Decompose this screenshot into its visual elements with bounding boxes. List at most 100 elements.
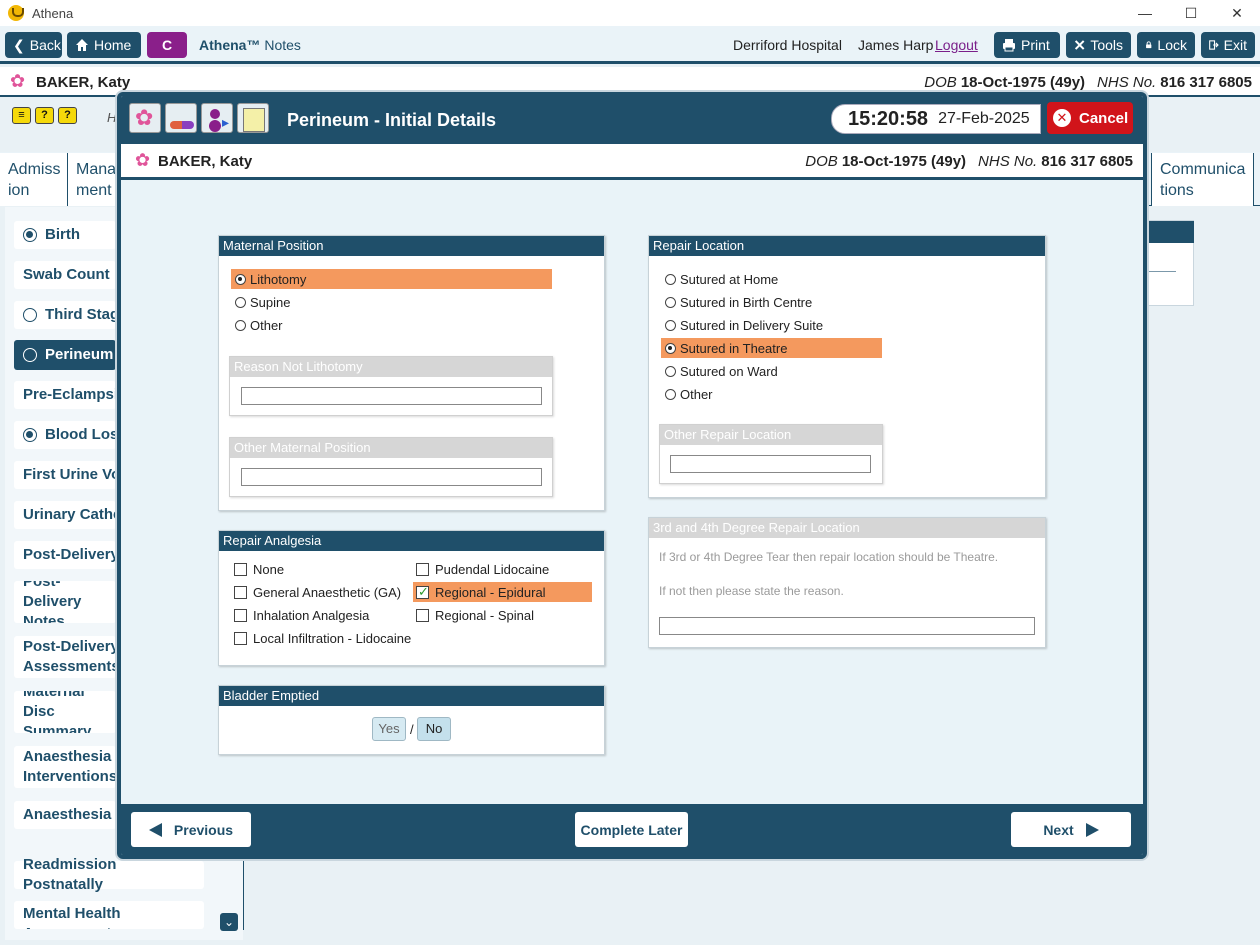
checkbox-label: Regional - Spinal	[435, 607, 535, 623]
sidebar-item-label: Birth	[45, 226, 80, 243]
radio-sutured-at-home[interactable]: Sutured at Home	[661, 269, 882, 289]
logout-link[interactable]: Logout	[935, 37, 978, 53]
tools-button[interactable]: Tools	[1066, 32, 1131, 58]
sidebar-item-blood-loss[interactable]: Blood Loss	[14, 421, 116, 449]
checkbox-pudendal-lidocaine[interactable]: Pudendal Lidocaine	[413, 559, 592, 579]
cancel-button[interactable]: ✕ Cancel	[1047, 102, 1133, 134]
sidebar-item-mental-health-assessment[interactable]: Mental Health Assessment	[14, 901, 204, 929]
panel-header: Repair Analgesia	[219, 531, 604, 551]
sidebar-item-anaesthesia-f[interactable]: Anaesthesia F	[14, 801, 116, 829]
tab-management[interactable]: Mana ment	[68, 153, 120, 206]
sidebar-item-first-urine-voi[interactable]: First Urine Voi	[14, 461, 116, 489]
radio-icon	[665, 365, 676, 377]
perineum-modal: Perineum - Initial Details 15:20:58 27-F…	[117, 92, 1147, 859]
bladder-no-button[interactable]: No	[417, 717, 451, 741]
lock-icon	[1146, 41, 1152, 49]
radio-label: Other	[680, 386, 713, 402]
panel-header: Maternal Position	[219, 236, 604, 256]
other-maternal-position-input[interactable]	[241, 468, 542, 486]
checkbox-regional-spinal[interactable]: Regional - Spinal	[413, 605, 592, 625]
datetime-display: 15:20:58 27-Feb-2025	[831, 104, 1041, 134]
home-button[interactable]: Home	[67, 32, 141, 58]
maternity-flower-icon[interactable]	[129, 103, 161, 133]
person-transfer-icon[interactable]	[201, 103, 233, 133]
sidebar-item-post-delivery[interactable]: Post-Delivery	[14, 541, 116, 569]
alert-icons: ≡ ? ?	[12, 107, 77, 124]
radio-sutured-in-birth-centre[interactable]: Sutured in Birth Centre	[661, 292, 882, 312]
athena-logo-icon	[8, 5, 24, 21]
radio-sutured-on-ward[interactable]: Sutured on Ward	[661, 361, 882, 381]
tab-admission[interactable]: Admiss ion	[0, 153, 68, 206]
sidebar-item-label: First Urine Voi	[23, 466, 116, 483]
checkbox-regional-epidural[interactable]: Regional - Epidural	[413, 582, 592, 602]
sidebar-item-label: Post-Delivery	[23, 546, 116, 563]
next-button[interactable]: Next	[1011, 812, 1131, 847]
checkbox-local-infiltration-lidocaine[interactable]: Local Infiltration - Lidocaine	[231, 628, 416, 648]
sidebar-item-third-stage[interactable]: Third Stage	[14, 301, 116, 329]
degree-repair-reason-input[interactable]	[659, 617, 1035, 635]
hospital-name: Derriford Hospital	[733, 37, 842, 53]
arrow-right-icon	[1085, 822, 1099, 837]
sidebar-item-label: Pre-Eclampsia	[23, 386, 116, 403]
checkbox-inhalation-analgesia[interactable]: Inhalation Analgesia	[231, 605, 416, 625]
radio-other[interactable]: Other	[661, 384, 882, 404]
subpanel-header: Other Repair Location	[660, 425, 882, 445]
patient-name: BAKER, Katy	[36, 74, 131, 91]
radio-icon	[235, 273, 246, 285]
checkbox-general-anaesthetic-ga[interactable]: General Anaesthetic (GA)	[231, 582, 416, 602]
back-button[interactable]: ❮ Back	[5, 32, 62, 58]
radio-icon	[235, 319, 246, 331]
reason-not-lithotomy-input[interactable]	[241, 387, 542, 405]
other-repair-location-section: Other Repair Location	[659, 424, 883, 484]
sidebar-item-birth[interactable]: Birth	[14, 221, 116, 249]
medication-icon[interactable]	[165, 103, 197, 133]
tab-communications[interactable]: Communica tions	[1151, 153, 1254, 206]
lock-button[interactable]: Lock	[1137, 32, 1195, 58]
maximize-button[interactable]: ☐	[1168, 0, 1214, 26]
flower-icon	[135, 150, 153, 171]
sidebar-item-readmission-postnatally[interactable]: Readmission Postnatally	[14, 856, 204, 893]
complete-later-button[interactable]: Complete Later	[575, 812, 688, 847]
sidebar-item-label: Perineum	[45, 346, 114, 363]
sidebar-item-urinary-cathe[interactable]: Urinary Cathe	[14, 501, 116, 529]
sidebar-item-perineum[interactable]: Perineum	[14, 340, 116, 370]
bladder-yes-button[interactable]: Yes	[372, 717, 406, 741]
radio-other[interactable]: Other	[231, 315, 552, 335]
sidebar-item-swab-count[interactable]: Swab Count	[14, 261, 116, 289]
sidebar-item-label: Post-Delivery Assessments	[23, 638, 116, 675]
status-radio-icon	[23, 428, 37, 442]
radio-supine[interactable]: Supine	[231, 292, 552, 312]
print-button[interactable]: Print	[994, 32, 1060, 58]
close-window-button[interactable]: ✕	[1214, 0, 1260, 26]
sidebar-item-label: Swab Count	[23, 266, 110, 283]
flower-icon	[10, 71, 28, 92]
sidebar-item-anaesthesia-interventions[interactable]: Anaesthesia Interventions	[14, 746, 116, 788]
sidebar-item-maternal-disc-summary[interactable]: Maternal Disc Summary	[14, 691, 116, 733]
home-icon	[76, 39, 88, 51]
separator: /	[410, 722, 414, 737]
notes-icon[interactable]	[237, 103, 269, 133]
exit-button[interactable]: Exit	[1201, 32, 1255, 58]
previous-button[interactable]: Previous	[131, 812, 251, 847]
question-alert-icon[interactable]: ?	[58, 107, 77, 124]
sidebar-item-pre-eclampsia[interactable]: Pre-Eclampsia	[14, 381, 116, 409]
checkbox-icon	[234, 562, 247, 576]
checkbox-none[interactable]: None	[231, 559, 416, 579]
radio-icon	[235, 296, 246, 308]
radio-label: Sutured in Birth Centre	[680, 294, 813, 310]
chevron-down-icon[interactable]: ⌄	[220, 913, 238, 931]
patient-name: BAKER, Katy	[158, 153, 253, 170]
minimize-button[interactable]: —	[1122, 0, 1168, 26]
c-button[interactable]: C	[147, 32, 187, 58]
notes-alert-icon[interactable]: ≡	[12, 107, 31, 124]
checkbox-label: Local Infiltration - Lidocaine	[253, 630, 412, 646]
question-alert-icon[interactable]: ?	[35, 107, 54, 124]
sidebar-item-post-delivery-assessments[interactable]: Post-Delivery Assessments	[14, 636, 116, 678]
checkbox-icon	[234, 585, 247, 599]
radio-sutured-in-delivery-suite[interactable]: Sutured in Delivery Suite	[661, 315, 882, 335]
radio-sutured-in-theatre[interactable]: Sutured in Theatre	[661, 338, 882, 358]
repair-location-panel: Repair Location Sutured at Home Sutured i…	[648, 235, 1046, 498]
radio-lithotomy[interactable]: Lithotomy	[231, 269, 552, 289]
sidebar-item-post-delivery-notes[interactable]: Post-Delivery Notes	[14, 581, 116, 623]
other-repair-location-input[interactable]	[670, 455, 871, 473]
